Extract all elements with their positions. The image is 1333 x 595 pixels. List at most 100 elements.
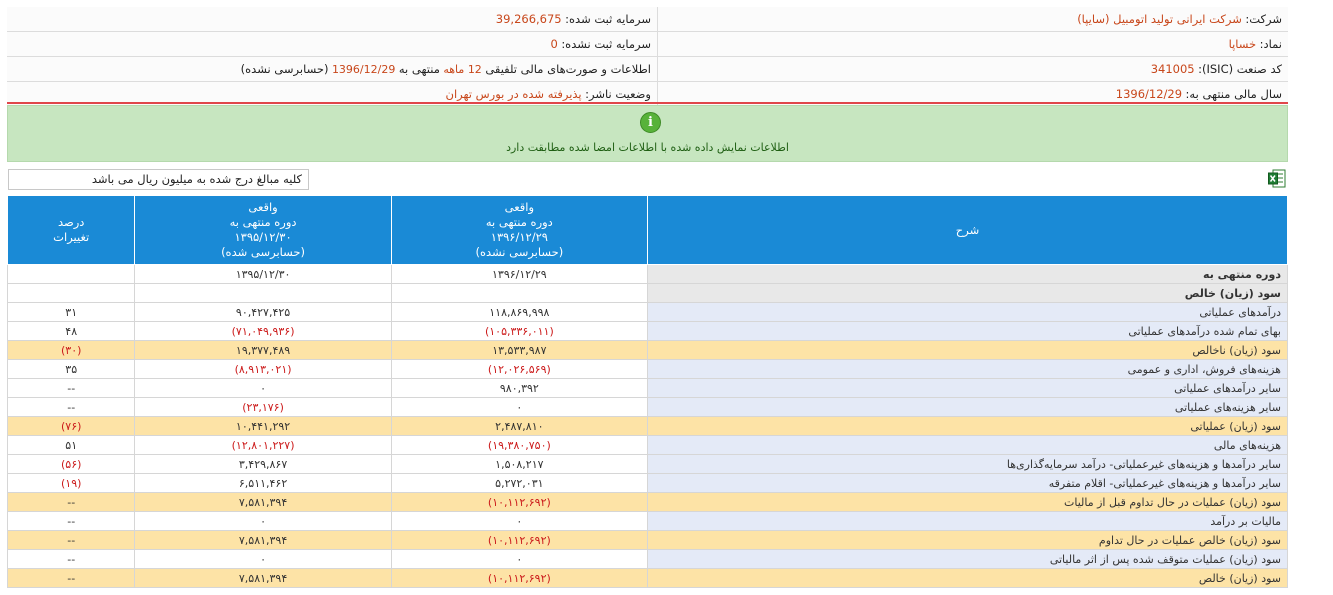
row-previous: ۶,۵۱۱,۴۶۲ (134, 473, 392, 493)
row-current: ۰ (390, 549, 649, 569)
row-current: (۱۹,۳۸۰,۷۵۰) (390, 435, 649, 455)
row-previous: ۱۹,۳۷۷,۴۸۹ (134, 340, 392, 360)
symbol-cell: نماد: خساپا (657, 31, 1288, 57)
row-desc: درآمدهای عملیاتی (647, 302, 1288, 322)
row-desc: سود (زیان) عملیاتی (647, 416, 1288, 436)
company-cell: شرکت: شرکت ایرانی تولید اتومبیل (سایپا) (657, 7, 1288, 32)
row-current: (۱۲,۰۲۶,۵۶۹) (390, 359, 649, 379)
table-row: هزینه‌های فروش، اداری و عمومی (۱۲,۰۲۶,۵۶… (6, 359, 1288, 379)
isic-cell: کد صنعت (ISIC): 341005 (657, 56, 1288, 82)
publisher-value: پذیرفته شده در بورس تهران (445, 87, 582, 101)
row-previous: (۱۲,۸۰۱,۲۲۷) (134, 435, 392, 455)
row-desc: سود (زیان) ناخالص (647, 340, 1288, 360)
row-previous: ۱۳۹۵/۱۲/۳۰ (134, 264, 392, 284)
income-statement-table: شرح واقعی دوره منتهی به ۱۳۹۶/۱۲/۲۹ (حساب… (6, 195, 1288, 588)
report-status: (حسابرسی نشده) (240, 62, 329, 76)
row-change: -- (6, 397, 136, 417)
row-change: ۵۱ (6, 435, 136, 455)
row-change: -- (6, 492, 136, 512)
row-desc: سایر درآمدهای عملیاتی (647, 378, 1288, 398)
notice-message: اطلاعات نمایش داده شده با اطلاعات امضا ش… (506, 141, 789, 154)
report-date: 1396/12/29 (331, 63, 396, 76)
row-current (390, 283, 649, 303)
table-row: سود (زیان) خالص عملیات در حال تداوم (۱۰,… (6, 530, 1288, 550)
row-current: ۱۳,۵۳۳,۹۸۷ (390, 340, 649, 360)
row-change: -- (6, 378, 136, 398)
units-note: کلیه مبالغ درج شده به میلیون ریال می باش… (8, 169, 309, 190)
row-current: (۱۰,۱۱۲,۶۹۲) (390, 530, 649, 550)
row-change: (۳۰) (6, 340, 136, 360)
table-row: سود (زیان) خالص (6, 283, 1288, 303)
table-row: سایر درآمدهای عملیاتی ۹۸۰,۳۹۲ ۰ -- (6, 378, 1288, 398)
row-change: ۴۸ (6, 321, 136, 341)
row-current: (۱۰۵,۳۳۶,۰۱۱) (390, 321, 649, 341)
row-previous: ۱۰,۴۴۱,۲۹۲ (134, 416, 392, 436)
row-change (6, 283, 136, 303)
verification-notice: i اطلاعات نمایش داده شده با اطلاعات امضا… (7, 105, 1288, 162)
fiscal-value: 1396/12/29 (1115, 87, 1183, 101)
fiscal-label: سال مالی منتهی به: (1185, 87, 1282, 101)
row-change (6, 264, 136, 284)
unreg-capital-value: 0 (550, 37, 558, 51)
row-desc: سود (زیان) عملیات متوقف شده پس از اثر ما… (647, 549, 1288, 569)
row-change: ۳۵ (6, 359, 136, 379)
report-mid: منتهی به (398, 62, 440, 76)
row-previous: (۸,۹۱۳,۰۲۱) (134, 359, 392, 379)
row-previous: ۷,۵۸۱,۳۹۴ (134, 568, 392, 588)
row-desc: دوره منتهی به (647, 264, 1288, 284)
row-change: (۵۶) (6, 454, 136, 474)
row-change: (۱۹) (6, 473, 136, 493)
row-current: ۱۱۸,۸۶۹,۹۹۸ (390, 302, 649, 322)
capital-value: 39,266,675 (495, 12, 562, 26)
row-desc: سایر درآمدها و هزینه‌های غیرعملیاتی- اقل… (647, 473, 1288, 493)
table-row: دوره منتهی به ۱۳۹۶/۱۲/۲۹ ۱۳۹۵/۱۲/۳۰ (6, 264, 1288, 284)
row-change: -- (6, 511, 136, 531)
publisher-label: وضعیت ناشر: (585, 87, 651, 101)
row-change: -- (6, 549, 136, 569)
row-desc: سود (زیان) خالص (647, 283, 1288, 303)
table-row: سود (زیان) خالص (۱۰,۱۱۲,۶۹۲) ۷,۵۸۱,۳۹۴ -… (6, 568, 1288, 588)
header-change-percent: درصد تغییرات (6, 195, 136, 265)
table-header-row: شرح واقعی دوره منتهی به ۱۳۹۶/۱۲/۲۹ (حساب… (6, 195, 1288, 265)
table-row: سایر درآمدها و هزینه‌های غیرعملیاتی- اقل… (6, 473, 1288, 493)
row-desc: مالیات بر درآمد (647, 511, 1288, 531)
alert-divider (7, 102, 1288, 104)
row-desc: سایر درآمدها و هزینه‌های غیرعملیاتی- درآ… (647, 454, 1288, 474)
row-previous: ۰ (134, 511, 392, 531)
info-icon: i (640, 112, 661, 133)
row-previous: ۰ (134, 549, 392, 569)
row-previous: (۷۱,۰۴۹,۹۳۶) (134, 321, 392, 341)
capital-cell: سرمایه ثبت شده: 39,266,675 (7, 7, 658, 32)
table-row: سود (زیان) عملیاتی ۲,۴۸۷,۸۱۰ ۱۰,۴۴۱,۲۹۲ … (6, 416, 1288, 436)
company-name[interactable]: شرکت ایرانی تولید اتومبیل (سایپا) (1077, 12, 1242, 26)
row-desc: بهای تمام شده درآمدهای عملیاتی (647, 321, 1288, 341)
row-change: -- (6, 568, 136, 588)
row-change: (۷۶) (6, 416, 136, 436)
table-row: هزینه‌های مالی (۱۹,۳۸۰,۷۵۰) (۱۲,۸۰۱,۲۲۷)… (6, 435, 1288, 455)
excel-icon[interactable] (1268, 169, 1286, 188)
row-desc: هزینه‌های مالی (647, 435, 1288, 455)
row-desc: هزینه‌های فروش، اداری و عمومی (647, 359, 1288, 379)
table-row: سایر درآمدها و هزینه‌های غیرعملیاتی- درآ… (6, 454, 1288, 474)
header-desc: شرح (647, 195, 1288, 265)
table-row: بهای تمام شده درآمدهای عملیاتی (۱۰۵,۳۳۶,… (6, 321, 1288, 341)
row-current: ۱۳۹۶/۱۲/۲۹ (390, 264, 649, 284)
row-previous: (۲۳,۱۷۶) (134, 397, 392, 417)
row-change: -- (6, 530, 136, 550)
row-current: ۰ (390, 511, 649, 531)
capital-label: سرمایه ثبت شده: (565, 12, 651, 26)
isic-label: کد صنعت (ISIC): (1198, 62, 1282, 76)
symbol-label: نماد: (1259, 37, 1282, 51)
unreg-capital-cell: سرمایه ثبت نشده: 0 (7, 31, 658, 57)
row-desc: سود (زیان) خالص (647, 568, 1288, 588)
row-previous: ۰ (134, 378, 392, 398)
row-desc: سایر هزینه‌های عملیاتی (647, 397, 1288, 417)
symbol-value[interactable]: خساپا (1229, 37, 1257, 51)
table-row: سود (زیان) عملیات متوقف شده پس از اثر ما… (6, 549, 1288, 569)
row-desc: سود (زیان) عملیات در حال تداوم قبل از ما… (647, 492, 1288, 512)
row-current: (۱۰,۱۱۲,۶۹۲) (390, 568, 649, 588)
row-current: ۹۸۰,۳۹۲ (390, 378, 649, 398)
table-row: مالیات بر درآمد ۰ ۰ -- (6, 511, 1288, 531)
row-previous: ۹۰,۴۲۷,۴۲۵ (134, 302, 392, 322)
row-previous: ۳,۴۲۹,۸۶۷ (134, 454, 392, 474)
